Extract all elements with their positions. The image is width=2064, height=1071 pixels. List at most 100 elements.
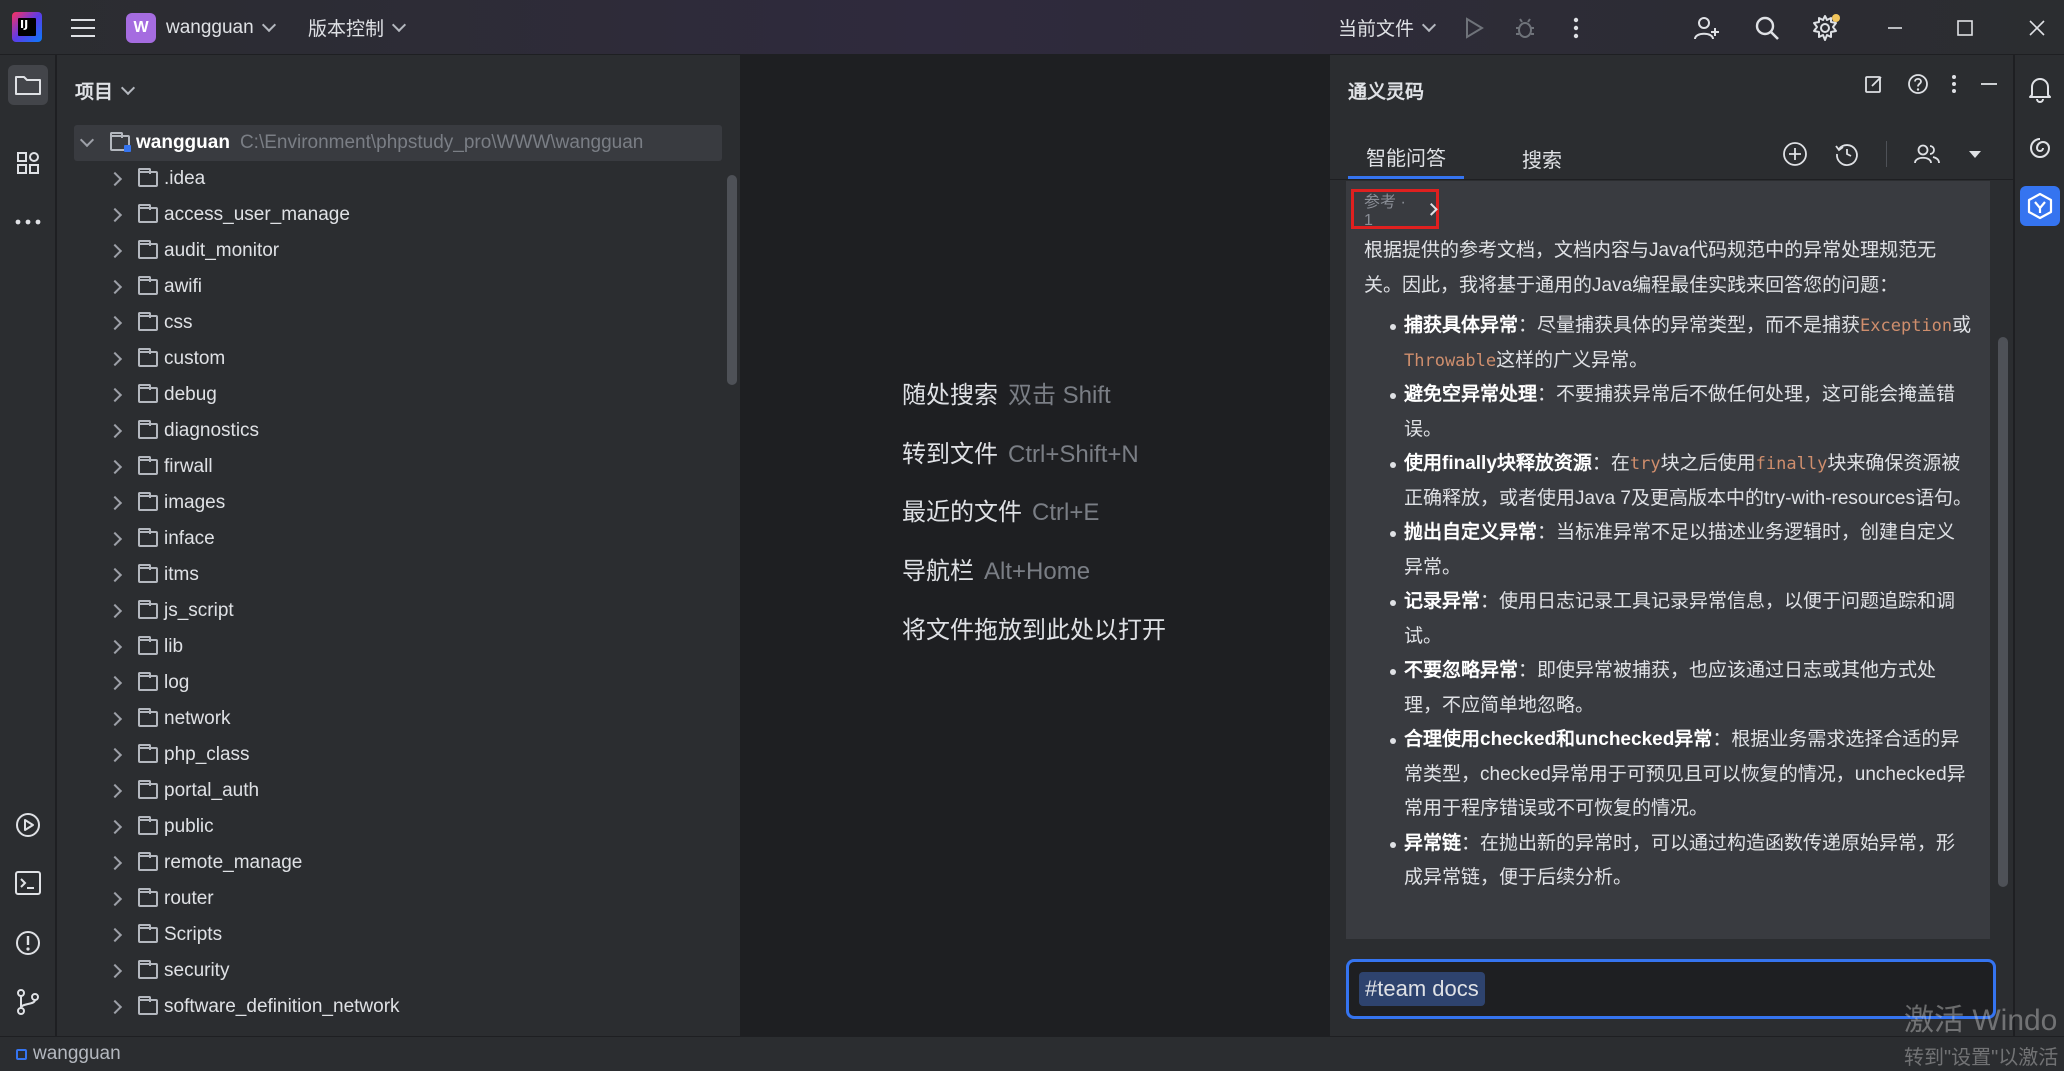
notifications-button[interactable] bbox=[2020, 69, 2060, 109]
tree-folder-node[interactable]: router bbox=[57, 881, 727, 917]
debug-button[interactable] bbox=[1506, 0, 1544, 55]
chevron-right-icon[interactable] bbox=[107, 459, 123, 475]
tree-folder-node[interactable]: portal_auth bbox=[57, 773, 727, 809]
hint-label: 转到文件 bbox=[902, 441, 998, 468]
list-item: 合理使用checked和unchecked异常：根据业务需求选择合适的异常类型，… bbox=[1364, 723, 1974, 827]
chevron-right-icon[interactable] bbox=[107, 819, 123, 835]
tree-folder-node[interactable]: audit_monitor bbox=[57, 233, 727, 269]
tree-folder-node[interactable]: css bbox=[57, 305, 727, 341]
status-project-name[interactable]: wangguan bbox=[33, 1043, 121, 1065]
chevron-right-icon[interactable] bbox=[107, 207, 123, 223]
more-vertical-icon[interactable] bbox=[1951, 73, 1957, 95]
tree-folder-node[interactable]: custom bbox=[57, 341, 727, 377]
services-tool-button[interactable] bbox=[8, 805, 48, 845]
ai-panel-title: 通义灵码 bbox=[1348, 82, 1425, 103]
project-tree: wangguan C:\Environment\phpstudy_pro\WWW… bbox=[57, 125, 727, 1025]
chat-input[interactable]: #team docs bbox=[1346, 959, 1996, 1019]
chevron-down-icon[interactable] bbox=[79, 132, 95, 148]
project-tree-scrollbar[interactable] bbox=[727, 175, 737, 385]
tree-folder-node[interactable]: awifi bbox=[57, 269, 727, 305]
chevron-right-icon[interactable] bbox=[107, 495, 123, 511]
tree-folder-node[interactable]: public bbox=[57, 809, 727, 845]
tree-folder-node[interactable]: lib bbox=[57, 629, 727, 665]
chevron-right-icon[interactable] bbox=[107, 351, 123, 367]
more-actions-button[interactable] bbox=[1557, 0, 1595, 55]
tree-folder-node[interactable]: debug bbox=[57, 377, 727, 413]
chevron-right-icon[interactable] bbox=[107, 531, 123, 547]
tree-folder-node[interactable]: Scripts bbox=[57, 917, 727, 953]
tree-folder-node[interactable]: software_definition_network bbox=[57, 989, 727, 1025]
folder-name: php_class bbox=[164, 744, 250, 765]
gear-icon bbox=[1813, 13, 1840, 41]
tree-folder-node[interactable]: access_user_manage bbox=[57, 197, 727, 233]
chevron-right-icon[interactable] bbox=[107, 927, 123, 943]
chevron-right-icon[interactable] bbox=[107, 675, 123, 691]
structure-tool-button[interactable] bbox=[8, 143, 48, 183]
new-chat-icon[interactable] bbox=[1782, 141, 1808, 167]
code-with-me-button[interactable] bbox=[1688, 0, 1726, 55]
project-tool-button[interactable] bbox=[8, 65, 48, 105]
minimize-window-button[interactable] bbox=[1876, 0, 1914, 55]
tree-folder-node[interactable]: .idea bbox=[57, 161, 727, 197]
users-icon[interactable] bbox=[1913, 142, 1941, 166]
more-tools-button[interactable] bbox=[8, 202, 48, 242]
knowledge-tag-chip[interactable]: #team docs bbox=[1359, 972, 1485, 1006]
minimize-panel-icon[interactable] bbox=[1979, 73, 1999, 95]
chevron-right-icon[interactable] bbox=[107, 639, 123, 655]
chevron-right-icon[interactable] bbox=[107, 171, 123, 187]
chevron-right-icon[interactable] bbox=[107, 243, 123, 259]
chevron-right-icon[interactable] bbox=[107, 423, 123, 439]
project-panel-header[interactable]: 项目 bbox=[75, 77, 136, 104]
tree-folder-node[interactable]: firwall bbox=[57, 449, 727, 485]
tree-folder-node[interactable]: network bbox=[57, 701, 727, 737]
project-selector[interactable]: W wangguan bbox=[126, 0, 276, 55]
maximize-window-button[interactable] bbox=[1946, 0, 1984, 55]
settings-button[interactable] bbox=[1807, 0, 1845, 55]
intellij-logo-icon[interactable]: IJ bbox=[12, 12, 42, 42]
tree-folder-node[interactable]: inface bbox=[57, 521, 727, 557]
tree-folder-node[interactable]: diagnostics bbox=[57, 413, 727, 449]
tree-folder-node[interactable]: php_class bbox=[57, 737, 727, 773]
chevron-right-icon[interactable] bbox=[107, 999, 123, 1015]
tab-search[interactable]: 搜索 bbox=[1504, 137, 1580, 179]
chat-scrollbar[interactable] bbox=[1998, 337, 2008, 887]
chevron-right-icon[interactable] bbox=[107, 603, 123, 619]
run-config-selector[interactable]: 当前文件 bbox=[1338, 0, 1437, 55]
problems-tool-button[interactable] bbox=[8, 923, 48, 963]
chevron-right-icon[interactable] bbox=[107, 279, 123, 295]
chevron-right-icon[interactable] bbox=[107, 747, 123, 763]
reference-toggle[interactable]: 参考 · 1 bbox=[1351, 189, 1439, 229]
edit-icon[interactable] bbox=[1863, 73, 1885, 95]
chevron-right-icon[interactable] bbox=[107, 963, 123, 979]
ai-assistant-alt-button[interactable] bbox=[2020, 128, 2060, 168]
tree-folder-node[interactable]: itms bbox=[57, 557, 727, 593]
tree-folder-node[interactable]: js_script bbox=[57, 593, 727, 629]
chevron-right-icon[interactable] bbox=[107, 567, 123, 583]
history-icon[interactable] bbox=[1834, 141, 1860, 167]
run-button[interactable] bbox=[1455, 0, 1493, 55]
tree-folder-node[interactable]: remote_manage bbox=[57, 845, 727, 881]
terminal-tool-button[interactable] bbox=[8, 863, 48, 903]
tree-folder-node[interactable]: images bbox=[57, 485, 727, 521]
chevron-right-icon[interactable] bbox=[107, 855, 123, 871]
tree-folder-node[interactable]: security bbox=[57, 953, 727, 989]
hint-label: 将文件拖放到此处以打开 bbox=[902, 617, 1166, 644]
dropdown-triangle-icon[interactable] bbox=[1967, 148, 1983, 160]
chevron-right-icon[interactable] bbox=[107, 891, 123, 907]
vcs-menu[interactable]: 版本控制 bbox=[308, 0, 407, 55]
git-tool-button[interactable] bbox=[8, 982, 48, 1022]
tab-smart-qa[interactable]: 智能问答 bbox=[1348, 137, 1464, 179]
search-everywhere-button[interactable] bbox=[1748, 0, 1786, 55]
chevron-right-icon[interactable] bbox=[107, 711, 123, 727]
tree-root-node[interactable]: wangguan C:\Environment\phpstudy_pro\WWW… bbox=[74, 125, 722, 161]
windows-activation-watermark: 激活 Windo 转到"设置"以激活 bbox=[1904, 995, 2058, 1070]
tree-folder-node[interactable]: log bbox=[57, 665, 727, 701]
chevron-right-icon[interactable] bbox=[107, 783, 123, 799]
help-icon[interactable] bbox=[1907, 73, 1929, 95]
folder-name: software_definition_network bbox=[164, 996, 400, 1017]
tongyi-lingma-tool-button[interactable] bbox=[2020, 186, 2060, 226]
chevron-right-icon[interactable] bbox=[107, 315, 123, 331]
close-window-button[interactable] bbox=[2018, 0, 2056, 55]
main-menu-button[interactable] bbox=[68, 0, 98, 55]
chevron-right-icon[interactable] bbox=[107, 387, 123, 403]
